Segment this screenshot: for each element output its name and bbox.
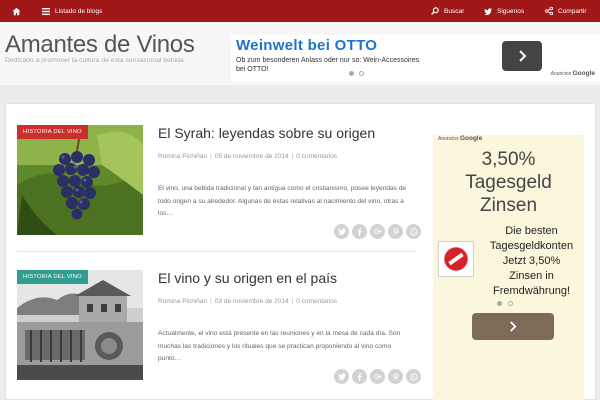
pinterest-icon bbox=[392, 372, 399, 381]
twitter-icon bbox=[337, 373, 346, 380]
share-whatsapp-button[interactable] bbox=[406, 369, 421, 384]
ad-body-text: Die besten Tagesgeldkonten Jetzt 3,50% Z… bbox=[479, 224, 584, 299]
facebook-icon bbox=[357, 227, 362, 236]
home-button[interactable] bbox=[12, 0, 21, 22]
ad-dot[interactable] bbox=[508, 301, 513, 306]
compartir-button[interactable]: Compartir bbox=[545, 0, 587, 22]
category-badge[interactable]: Historia del vino bbox=[17, 270, 88, 284]
ad-next-button[interactable] bbox=[502, 41, 542, 71]
ad-text: Ob zum besonderen Anlass oder nur so: We… bbox=[236, 57, 420, 73]
ad-pagination bbox=[497, 301, 513, 306]
menu-icon bbox=[42, 7, 50, 15]
siguenos-button[interactable]: Siguenos bbox=[484, 0, 524, 22]
post-title[interactable]: El vino y su origen en el país bbox=[158, 270, 337, 286]
ad-dot-active[interactable] bbox=[349, 71, 354, 76]
top-navigation-bar: Listado de blogs Buscar Siguenos Compart… bbox=[0, 0, 600, 22]
category-badge[interactable]: Historia del vino bbox=[17, 125, 88, 139]
ad-body-line: Fremdwährung! bbox=[492, 285, 571, 297]
no-entry-logo-icon bbox=[443, 246, 469, 272]
grapes-image bbox=[17, 125, 143, 235]
share-pinterest-button[interactable] bbox=[388, 369, 403, 384]
main-content: Historia del vino El Syrah: leyendas sob… bbox=[5, 103, 596, 400]
twitter-icon bbox=[337, 228, 346, 235]
home-icon bbox=[12, 7, 21, 15]
site-description: Dedicado a promover la cultura de esta s… bbox=[5, 57, 184, 64]
share-facebook-button[interactable] bbox=[352, 224, 367, 239]
share-icon bbox=[545, 7, 553, 15]
post-divider bbox=[17, 251, 417, 252]
share-twitter-button[interactable] bbox=[334, 369, 349, 384]
ad-dot-active[interactable] bbox=[497, 301, 502, 306]
post-title[interactable]: El Syrah: leyendas sobre su origen bbox=[158, 125, 375, 141]
ad-headline[interactable]: Weinwelt bei OTTO bbox=[236, 37, 377, 54]
site-title[interactable]: Amantes de Vinos bbox=[5, 31, 195, 59]
share-buttons bbox=[334, 224, 421, 239]
ad-pagination bbox=[349, 71, 364, 76]
post-author[interactable]: Romina Pichiñan bbox=[158, 153, 207, 160]
pinterest-icon bbox=[392, 227, 399, 236]
listado-de-blogs-label: Listado de blogs bbox=[55, 7, 103, 15]
share-google-plus-button[interactable] bbox=[370, 369, 385, 384]
google-plus-icon bbox=[373, 228, 382, 235]
siguenos-label: Siguenos bbox=[497, 7, 525, 15]
share-twitter-button[interactable] bbox=[334, 224, 349, 239]
buscar-label: Buscar bbox=[444, 7, 465, 15]
post-meta: Romina Pichiñan | 03 de noviembre de 2014 |… bbox=[158, 298, 338, 305]
share-pinterest-button[interactable] bbox=[388, 224, 403, 239]
ad-body-line: Die besten bbox=[505, 225, 558, 237]
post-comments[interactable]: 0 comentarios bbox=[296, 298, 337, 305]
post-author[interactable]: Romina Pichiñan bbox=[158, 298, 207, 305]
ad-next-button[interactable] bbox=[472, 313, 554, 340]
post-excerpt: El vino, una bebida tradicional y tan an… bbox=[158, 185, 407, 217]
share-whatsapp-button[interactable] bbox=[406, 224, 421, 239]
ad-label-small: Anuncios bbox=[438, 136, 459, 142]
buscar-button[interactable]: Buscar bbox=[431, 0, 464, 22]
ad-headline-rate[interactable]: 3,50% bbox=[433, 149, 584, 171]
facebook-icon bbox=[357, 372, 362, 381]
share-google-plus-button[interactable] bbox=[370, 224, 385, 239]
ad-headline-line2[interactable]: Tagesgeld bbox=[433, 172, 584, 194]
listado-de-blogs-button[interactable]: Listado de blogs bbox=[42, 0, 102, 22]
ad-label-brand: Google bbox=[459, 135, 483, 142]
search-icon bbox=[431, 7, 439, 15]
ad-body-line: Zinsen in bbox=[509, 270, 554, 282]
ad-body-line: Tagesgeldkonten bbox=[489, 240, 574, 252]
ad-label-brand: Google bbox=[572, 70, 595, 77]
post-date: 05 de noviembre de 2014 bbox=[214, 153, 289, 160]
ad-headline-line3[interactable]: Zinsen bbox=[433, 195, 584, 217]
post-excerpt: Actualmente, el vino está presente en la… bbox=[158, 330, 401, 362]
ad-label-small: Anuncios bbox=[550, 71, 572, 77]
post-date: 03 de noviembre de 2014 bbox=[214, 298, 289, 305]
winery-photo-image bbox=[17, 270, 143, 380]
ad-dot[interactable] bbox=[359, 71, 364, 76]
post-thumbnail-grapes[interactable]: Historia del vino bbox=[17, 125, 143, 235]
site-header: Amantes de Vinos Dedicado a promover la … bbox=[0, 22, 600, 85]
whatsapp-icon bbox=[409, 227, 418, 236]
compartir-label: Compartir bbox=[558, 7, 587, 15]
ad-logo[interactable] bbox=[438, 241, 474, 277]
top-banner-ad[interactable]: Weinwelt bei OTTO Ob zum besonderen Anla… bbox=[231, 35, 600, 81]
share-facebook-button[interactable] bbox=[352, 369, 367, 384]
ad-choices-label[interactable]: Anuncios Google bbox=[438, 135, 482, 142]
chevron-right-icon bbox=[510, 321, 517, 332]
ad-choices-label[interactable]: Anuncios Google bbox=[551, 70, 595, 77]
share-buttons bbox=[334, 369, 421, 384]
post-thumbnail-winery[interactable]: Historia del vino bbox=[17, 270, 143, 380]
post-meta: Romina Pichiñan | 05 de noviembre de 2014 |… bbox=[158, 153, 338, 160]
twitter-icon bbox=[484, 7, 492, 15]
post-comments[interactable]: 0 comentarios bbox=[296, 153, 337, 160]
sidebar-ad[interactable]: Anuncios Google 3,50% Tagesgeld Zinsen D… bbox=[433, 135, 584, 400]
whatsapp-icon bbox=[409, 372, 418, 381]
ad-body-line: Jetzt 3,50% bbox=[502, 255, 561, 267]
google-plus-icon bbox=[373, 373, 382, 380]
chevron-right-icon bbox=[518, 50, 526, 62]
